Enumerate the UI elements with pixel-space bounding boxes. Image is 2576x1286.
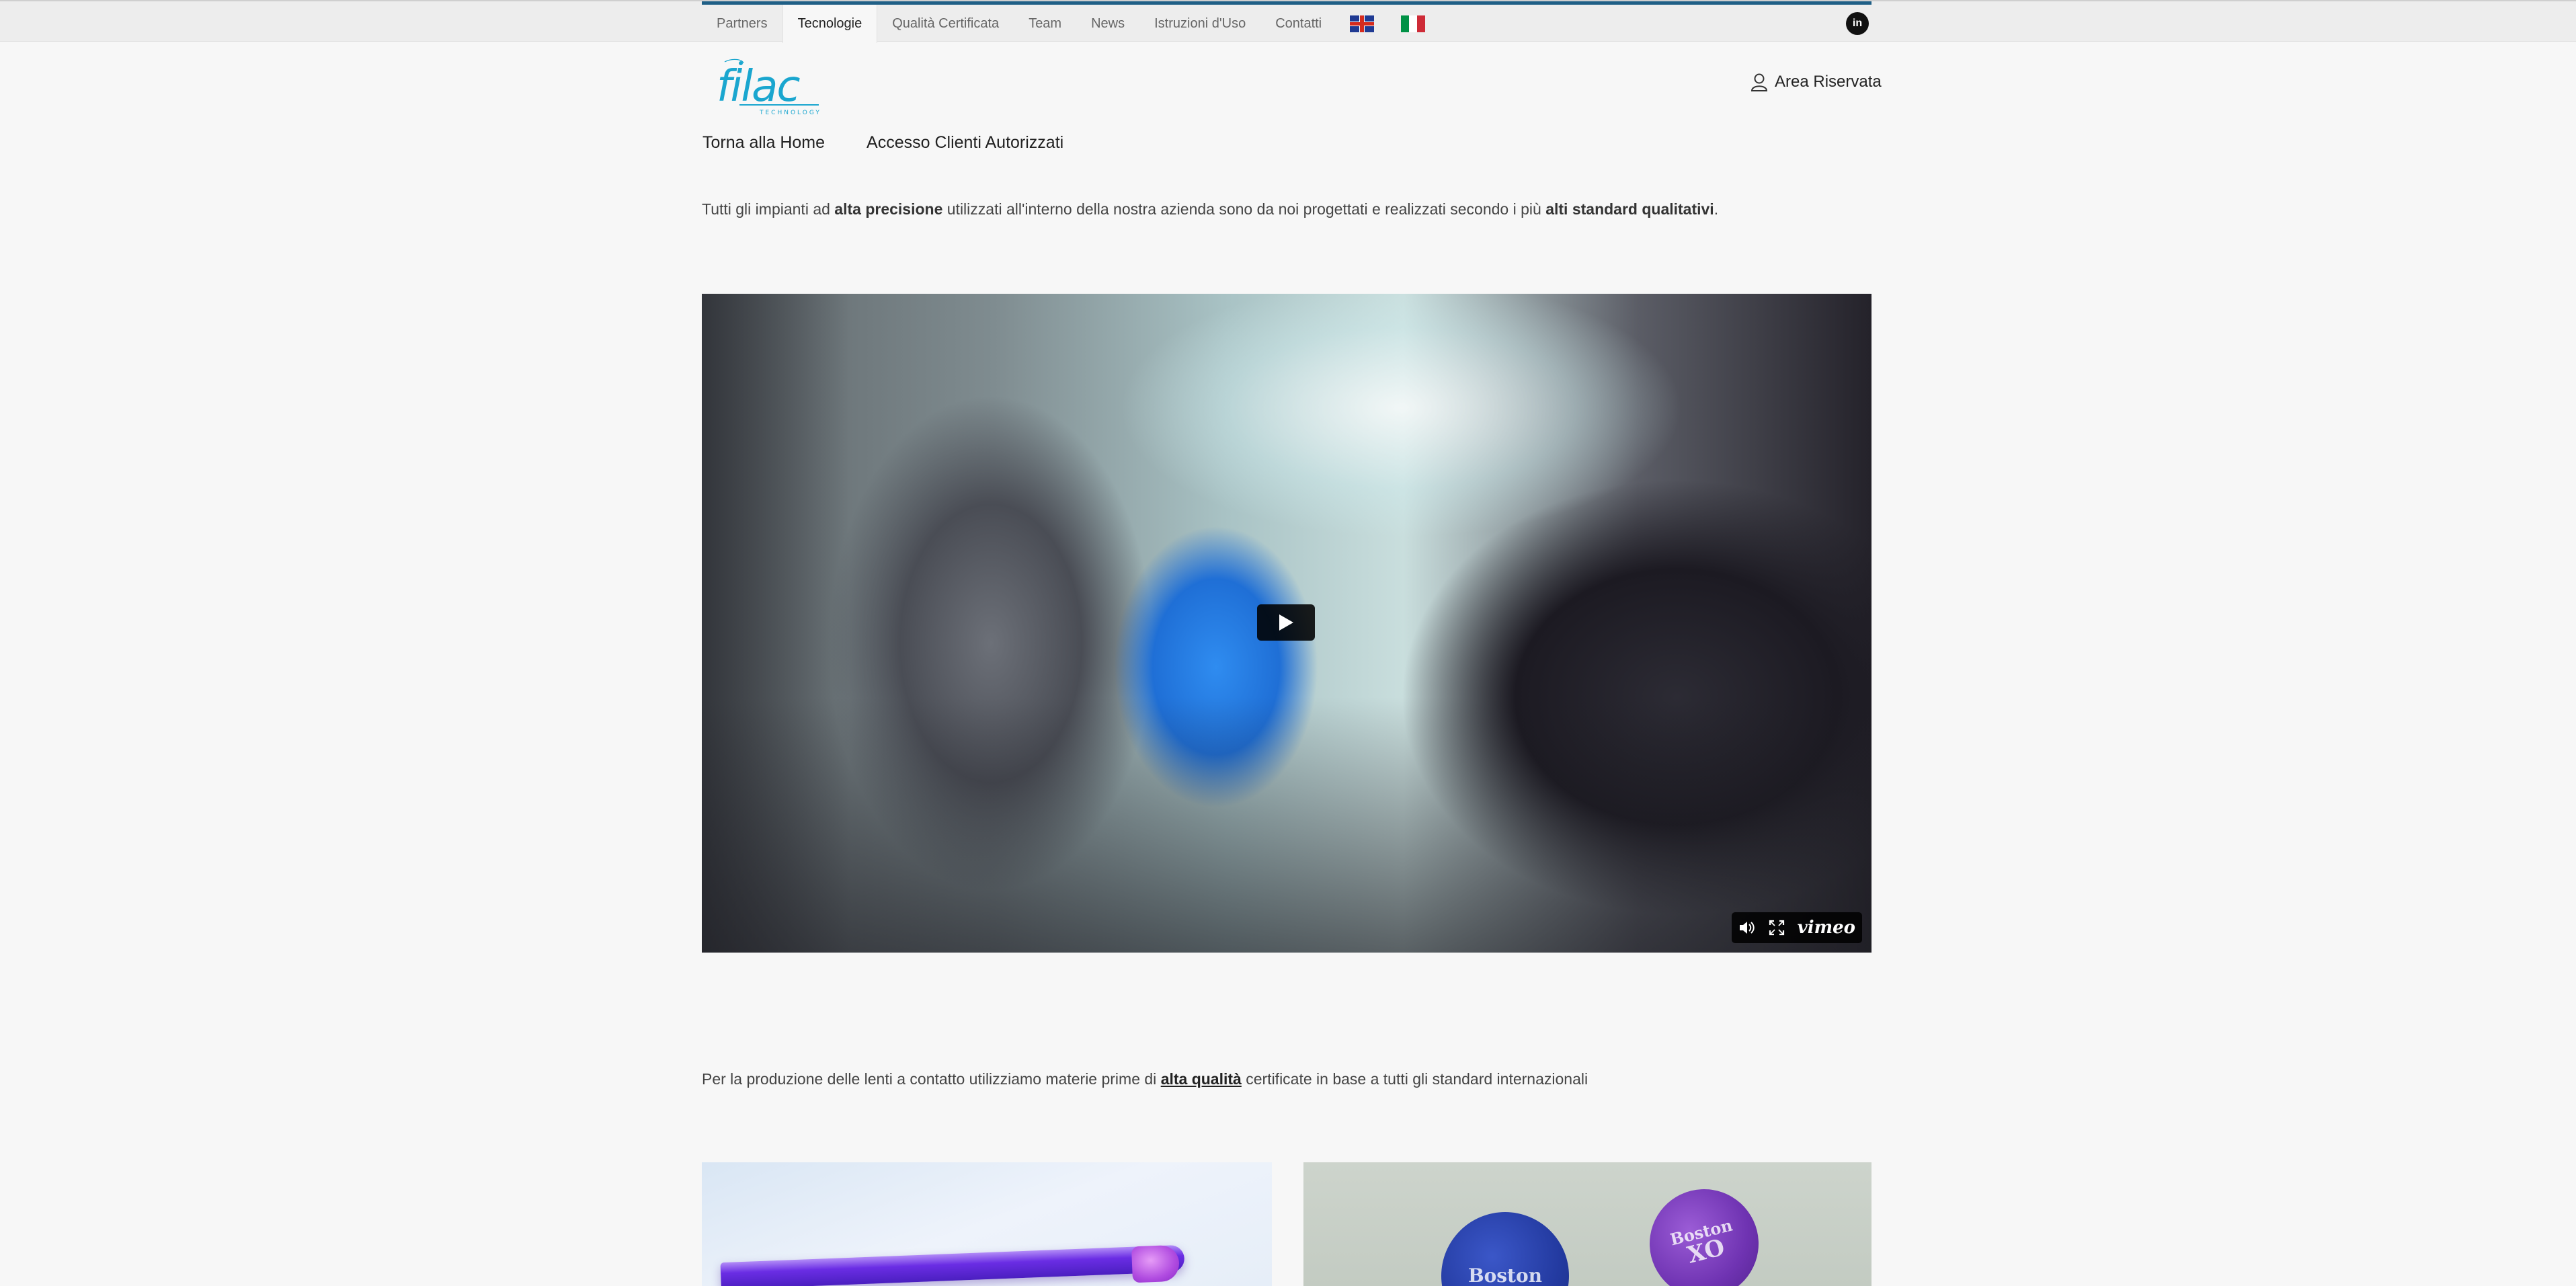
top-nav: Partners Tecnologie Qualità Certificata …	[702, 5, 1439, 43]
materials-paragraph: Per la produzione delle lenti a contatto…	[702, 1070, 1588, 1088]
linkedin-label: in	[1852, 17, 1863, 29]
svg-text:filac: filac	[717, 62, 800, 112]
top-nav-item-team[interactable]: Team	[1014, 5, 1076, 43]
materials-text-2: certificate in base a tutti gli standard…	[1241, 1070, 1588, 1088]
english-flag-icon[interactable]	[1350, 15, 1375, 32]
top-nav-item-partners[interactable]: Partners	[702, 5, 782, 43]
torna-alla-home-link[interactable]: Torna alla Home	[702, 133, 825, 153]
sub-nav: Torna alla Home Accesso Clienti Autorizz…	[702, 133, 1105, 153]
user-icon	[1750, 73, 1768, 91]
svg-text:TECHNOLOGY: TECHNOLOGY	[759, 110, 821, 116]
top-nav-item-tecnologie[interactable]: Tecnologie	[782, 5, 878, 43]
volume-button[interactable]	[1738, 918, 1756, 938]
boston-disc-purple-text: Boston XO	[1668, 1215, 1740, 1271]
filac-logo[interactable]: filac TECHNOLOGY	[713, 56, 821, 117]
linkedin-icon[interactable]: in	[1846, 12, 1869, 35]
area-riservata-link[interactable]: Area Riservata	[1750, 73, 1882, 91]
purple-rod-end-shape	[1131, 1244, 1180, 1283]
play-button[interactable]	[1257, 604, 1315, 641]
filac-logo-graphic: filac TECHNOLOGY	[717, 58, 821, 116]
boston-material-image: Boston Boston XO	[1303, 1162, 1871, 1286]
accesso-clienti-link[interactable]: Accesso Clienti Autorizzati	[867, 133, 1063, 153]
vimeo-logo[interactable]: vimeo	[1798, 918, 1855, 938]
video-controls: vimeo	[1732, 912, 1862, 943]
alta-qualita-link[interactable]: alta qualità	[1161, 1070, 1242, 1088]
fullscreen-button[interactable]	[1768, 918, 1785, 938]
materials-text-1: Per la produzione delle lenti a contatto…	[702, 1070, 1161, 1088]
volume-icon	[1740, 922, 1755, 934]
video-frame-shade-bottom	[702, 697, 1871, 953]
boston-disc-purple: Boston XO	[1638, 1177, 1771, 1286]
top-nav-item-qualita-certificata[interactable]: Qualità Certificata	[877, 5, 1014, 43]
intro-paragraph: Tutti gli impianti ad alta precisione ut…	[702, 200, 1718, 218]
lens-rod-image	[702, 1162, 1272, 1286]
intro-text-3: .	[1714, 200, 1719, 218]
intro-bold-1: alta precisione	[834, 200, 943, 218]
intro-text-1: Tutti gli impianti ad	[702, 200, 835, 218]
video-player[interactable]: vimeo	[702, 294, 1871, 953]
area-riservata-label: Area Riservata	[1775, 73, 1882, 91]
intro-text-2: utilizzati all'interno della nostra azie…	[942, 200, 1546, 218]
play-icon	[1279, 614, 1293, 631]
top-bar: Partners Tecnologie Qualità Certificata …	[0, 0, 2576, 43]
italian-flag-icon[interactable]	[1401, 15, 1426, 32]
top-nav-item-news[interactable]: News	[1076, 5, 1139, 43]
top-nav-item-contatti[interactable]: Contatti	[1260, 5, 1336, 43]
boston-disc-blue: Boston	[1441, 1212, 1569, 1286]
top-nav-item-istruzioni-uso[interactable]: Istruzioni d'Uso	[1139, 5, 1260, 43]
boston-disc-blue-label: Boston	[1467, 1264, 1543, 1286]
fullscreen-icon	[1769, 920, 1784, 936]
intro-bold-2: alti standard qualitativi	[1545, 200, 1714, 218]
purple-rod-shape	[720, 1244, 1185, 1286]
